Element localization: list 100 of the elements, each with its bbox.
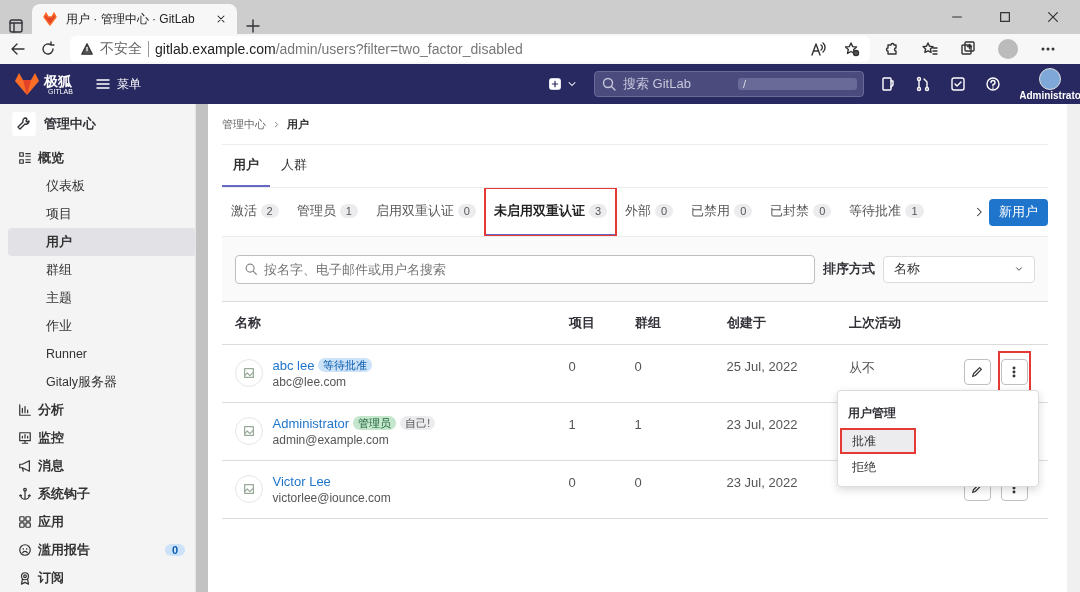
apps-icon [18, 515, 32, 529]
search-placeholder: 搜索 GitLab [623, 75, 692, 93]
scrollbar[interactable] [195, 104, 208, 592]
table-cell-text: 23 Jul, 2022 [726, 474, 799, 490]
table-cell-text: 从不 [848, 359, 876, 377]
count-badge: 1 [339, 204, 358, 218]
user-email: victorlee@iounce.com [272, 490, 391, 507]
sidebar-section[interactable]: 应用 [0, 508, 195, 536]
user-badge: 自己! [400, 416, 436, 431]
table-cell-text: 1 [568, 416, 577, 432]
pencil-icon [970, 365, 985, 379]
sort-label: 排序方式 [822, 260, 875, 278]
maximize-icon [998, 10, 1012, 24]
table-cell-text: 0 [568, 358, 577, 374]
more-actions-button[interactable] [1000, 359, 1028, 385]
todo-icon [950, 76, 966, 92]
broken-image-icon [241, 424, 256, 439]
fox-logo-icon [42, 11, 58, 27]
issue-icon [880, 76, 896, 92]
address-bar[interactable]: 不安全 gitlab.example.com/admin/users?filter=two_factor_disabled [70, 36, 870, 62]
sidebar-section[interactable]: 滥用报告 0 [0, 536, 195, 564]
sidebar-section[interactable]: 监控 [0, 424, 195, 452]
search-field[interactable]: 按名字、电子邮件或用户名搜索 [234, 254, 815, 284]
new-tab-icon [245, 18, 261, 34]
table-cell-text: 23 Jul, 2022 [726, 416, 799, 432]
menu-item[interactable]: 拒绝 [837, 454, 1038, 480]
sidebar-section[interactable]: 概览 [0, 144, 195, 172]
search-icon [601, 76, 617, 92]
filter-tab[interactable]: 外部 0 [616, 188, 683, 236]
menu-heading: 用户管理 [846, 405, 897, 422]
sort-dropdown[interactable]: 名称 [882, 255, 1035, 283]
column-header: 创建于 [726, 314, 767, 332]
security-label: 不安全 [100, 40, 142, 58]
favorite-add-icon [844, 41, 860, 57]
sidebar-item[interactable]: Runner [8, 340, 195, 368]
edit-button[interactable] [963, 359, 991, 385]
badge-icon [18, 571, 32, 585]
close-icon [1046, 10, 1060, 24]
count-badge: 0 [164, 544, 185, 556]
count-badge: 3 [588, 204, 608, 218]
collections-icon [960, 41, 976, 57]
puzzle-icon [884, 41, 900, 57]
megaphone-icon [18, 459, 32, 473]
count-badge: 0 [813, 204, 832, 218]
sidebar-title: 管理中心 [44, 115, 96, 133]
user-menu[interactable]: Administrato [1020, 67, 1080, 101]
browser-tab[interactable]: 用户 · 管理中心 · GitLab [32, 4, 237, 34]
reload-icon [40, 41, 56, 57]
profile-icon[interactable] [998, 39, 1018, 59]
search-field[interactable]: 搜索 GitLab / [594, 71, 864, 97]
sidebar-section[interactable]: 系统钩子 [0, 480, 195, 508]
breadcrumb-item[interactable]: 管理中心 [221, 116, 266, 132]
user-name-link[interactable]: Administrator [272, 414, 350, 433]
user-name-link[interactable]: Victor Lee [272, 472, 331, 491]
filter-tab[interactable]: 管理员 1 [287, 188, 367, 236]
anchor-icon [18, 487, 32, 501]
url-text: gitlab.example.com/admin/users?filter=two_factor_disabled [155, 41, 523, 57]
column-header: 项目 [568, 314, 596, 332]
sidebar-item[interactable]: Gitaly服务器 [8, 368, 195, 396]
count-badge: 0 [734, 204, 753, 218]
column-header: 群组 [634, 314, 662, 332]
table-cell-text: 25 Jul, 2022 [726, 358, 799, 374]
filter-tab[interactable]: 已禁用 0 [682, 188, 762, 236]
broken-image-icon [241, 366, 256, 381]
user-name-link[interactable]: abc lee [272, 356, 315, 375]
filter-tab[interactable]: 启用双重认证 0 [366, 188, 485, 236]
user-badge: 等待批准 [318, 358, 373, 373]
user-email: admin@example.com [272, 432, 390, 449]
menu-button[interactable]: 菜单 [88, 74, 147, 94]
sidebar-item[interactable]: 项目 [8, 200, 195, 228]
sidebar-item[interactable]: 主题 [8, 284, 195, 312]
user-email: abc@lee.com [272, 374, 348, 391]
grid-list-icon [18, 151, 32, 165]
filter-tab[interactable]: 激活 2 [221, 188, 288, 236]
filter-tab[interactable]: 已封禁 0 [761, 188, 841, 236]
tab[interactable]: 用户 [221, 145, 270, 187]
warning-icon [80, 42, 94, 56]
menu-item[interactable]: 批准 [839, 428, 916, 454]
sad-face-icon [18, 543, 32, 557]
read-aloud-icon [810, 41, 826, 57]
shortcut-key: / [738, 78, 857, 90]
sidebar-icon [8, 18, 24, 34]
sidebar-section[interactable]: 订阅 [0, 564, 195, 592]
favorites-icon [922, 41, 938, 57]
sidebar-item[interactable]: 仪表板 [8, 172, 195, 200]
count-badge: 0 [457, 204, 476, 218]
sidebar-section[interactable]: 分析 [0, 396, 195, 424]
sidebar-item[interactable]: 作业 [8, 312, 195, 340]
table-cell-text: 0 [634, 474, 643, 490]
sidebar-item[interactable]: 用户 [8, 228, 195, 256]
breadcrumb-item[interactable]: 用户 [286, 116, 309, 132]
plus-square-icon [548, 77, 562, 91]
sidebar-section[interactable]: 消息 [0, 452, 195, 480]
sidebar-item[interactable]: 群组 [8, 256, 195, 284]
tab[interactable]: 人群 [269, 145, 318, 187]
filter-tab[interactable]: 等待批准 1 [840, 188, 933, 236]
scrollbar[interactable] [1066, 104, 1080, 592]
search-icon [243, 262, 258, 276]
new-user-button[interactable]: 新用户 [988, 198, 1048, 226]
monitor-icon [18, 431, 32, 445]
